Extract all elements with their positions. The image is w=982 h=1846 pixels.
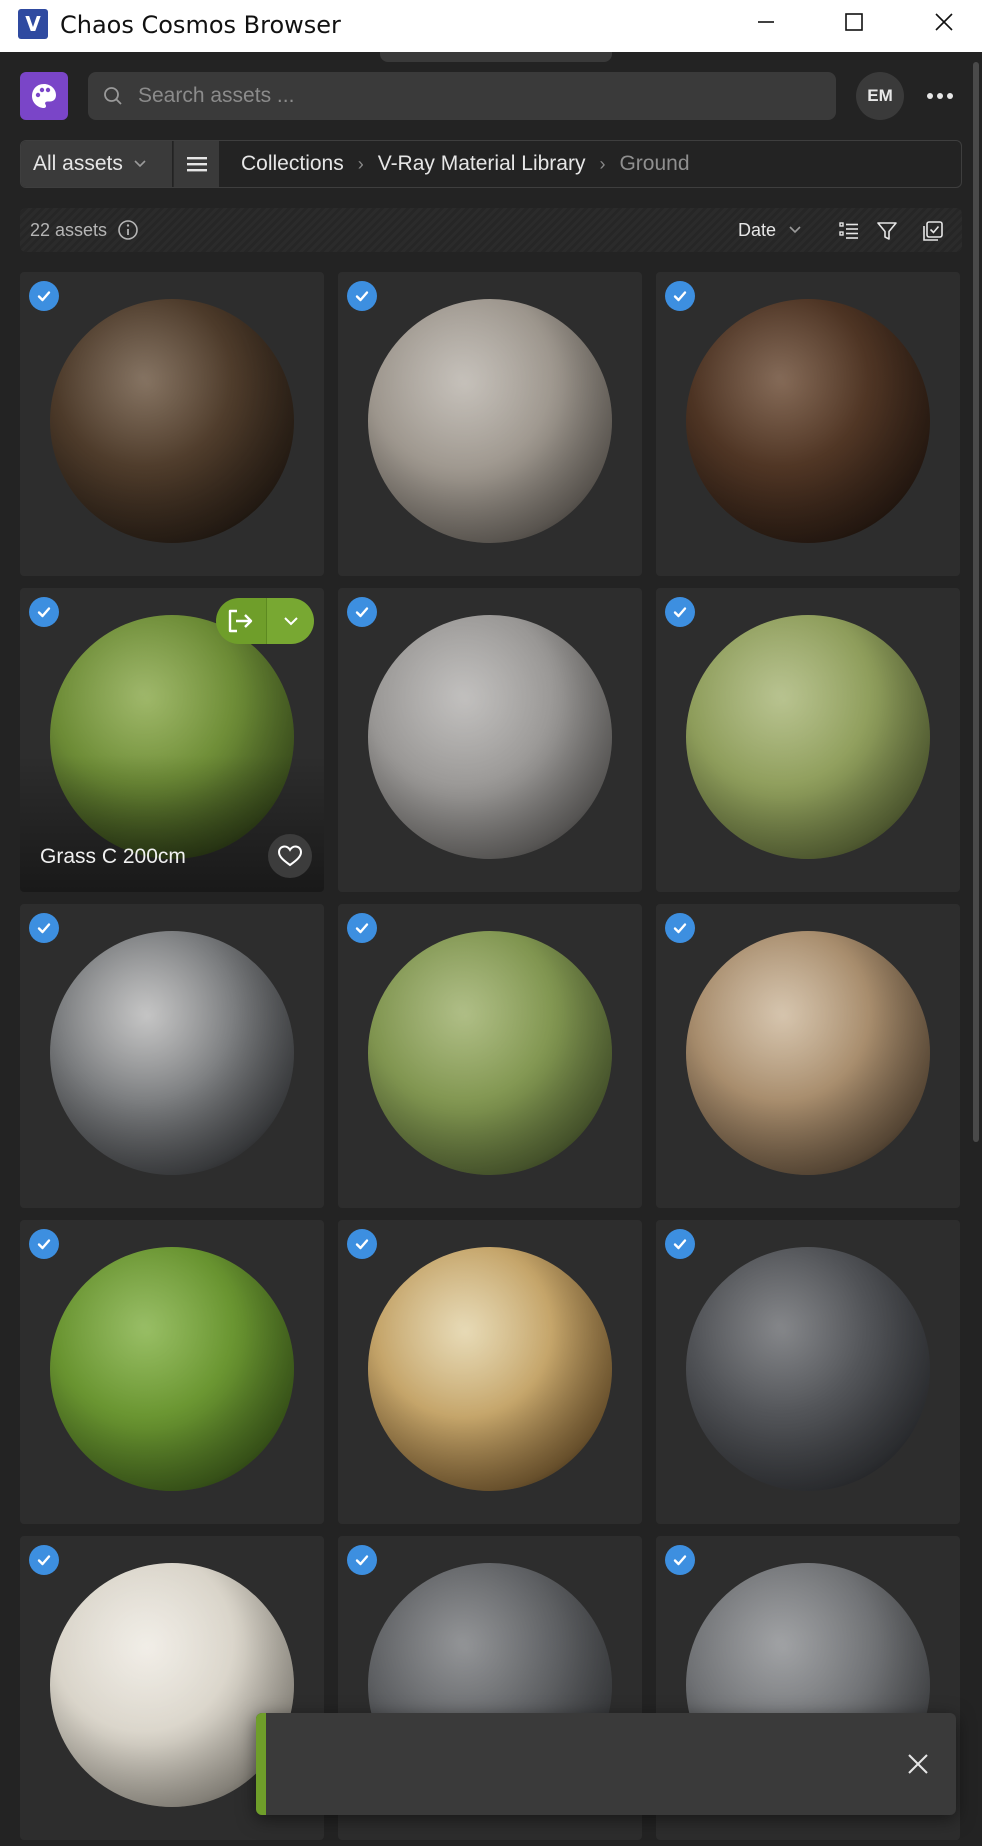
search-box [88,72,836,120]
asset-card[interactable] [20,904,324,1208]
toast-accent-bar [256,1713,266,1815]
import-button[interactable] [216,598,266,644]
asset-card[interactable] [656,272,960,576]
close-icon [908,1754,928,1774]
downloaded-check-icon [29,1545,59,1575]
material-preview-light-green-grass [686,615,930,859]
asset-card[interactable] [338,588,642,892]
filter-button[interactable] [874,218,900,244]
material-preview-mixed-gravel [686,931,930,1175]
asset-grid: Grass C 200cm [20,272,962,1846]
breadcrumb: Collections › V-Ray Material Library › G… [241,141,690,187]
breadcrumb-collections[interactable]: Collections [241,152,344,176]
material-preview-bright-green-grass [50,1247,294,1491]
downloaded-check-icon [347,1229,377,1259]
asset-card[interactable] [656,1220,960,1524]
asset-card[interactable]: Grass C 200cm [20,588,324,892]
downloaded-check-icon [347,597,377,627]
select-all-icon [923,221,943,241]
downloaded-check-icon [347,1545,377,1575]
import-options-button[interactable] [266,598,314,644]
search-icon [104,87,122,105]
search-input[interactable] [138,72,818,120]
downloaded-check-icon [665,281,695,311]
more-options-button[interactable] [918,72,962,120]
favorite-button[interactable] [268,834,312,878]
downloaded-check-icon [29,1229,59,1259]
scope-dropdown-label: All assets [33,152,123,175]
window-title: Chaos Cosmos Browser [60,11,341,39]
hamburger-icon [186,157,207,172]
material-preview-dark-soil [50,299,294,543]
window-titlebar: V Chaos Cosmos Browser [0,0,982,52]
material-preview-dark-brown-soil [686,299,930,543]
asset-count-label: 22 assets [30,219,108,240]
downloaded-check-icon [29,913,59,943]
chevron-down-icon [283,617,298,626]
select-all-button[interactable] [920,218,946,244]
list-view-icon [839,222,858,239]
info-icon[interactable] [117,219,139,241]
material-preview-light-gray-soil [368,299,612,543]
user-avatar-button[interactable]: EM [856,72,904,120]
breadcrumb-vray-material-library[interactable]: V-Ray Material Library [378,152,586,176]
minimize-button[interactable] [734,0,798,44]
toast-close-button[interactable] [896,1742,940,1786]
asset-card[interactable] [338,272,642,576]
results-toolbar: 22 assets Date [20,208,962,252]
downloaded-check-icon [347,281,377,311]
downloaded-check-icon [347,913,377,943]
collections-menu-button[interactable] [173,141,219,187]
window-close-button[interactable] [912,0,976,44]
downloaded-check-icon [665,1545,695,1575]
heart-icon [277,845,303,867]
import-button-group [216,598,314,644]
maximize-icon [845,13,863,31]
sort-dropdown[interactable]: Date [738,208,802,252]
app-logo-letter: V [25,12,41,36]
downloaded-check-icon [29,281,59,311]
breadcrumb-separator-icon: › [599,153,606,174]
material-preview-dark-asphalt [686,1247,930,1491]
notification-toast [256,1713,956,1815]
asset-card[interactable] [338,904,642,1208]
material-preview-gray-concrete [368,615,612,859]
list-view-button[interactable] [836,218,862,244]
filter-icon [877,222,897,240]
asset-card[interactable] [20,272,324,576]
drag-handle[interactable] [380,52,612,62]
downloaded-check-icon [665,913,695,943]
app-logo-icon: V [18,9,48,39]
chevron-down-icon [134,160,146,168]
maximize-button[interactable] [822,0,886,44]
cosmos-home-button[interactable] [20,72,68,120]
breadcrumb-ground: Ground [619,152,690,175]
material-preview-black-white-gravel [50,931,294,1175]
scrollbar[interactable] [973,62,979,1142]
scope-dropdown[interactable]: All assets [21,141,172,187]
asset-name: Grass C 200cm [40,845,186,868]
downloaded-check-icon [665,597,695,627]
material-preview-yellow-stone-pebbles [368,1247,612,1491]
more-dots-icon [927,93,953,99]
asset-card[interactable] [338,1220,642,1524]
asset-card[interactable] [20,1220,324,1524]
close-icon [935,13,953,31]
import-icon [228,609,253,633]
asset-card[interactable] [656,588,960,892]
breadcrumb-bar: All assets Collections › V-Ray Material … [20,140,962,188]
material-preview-green-moss-grass [368,931,612,1175]
downloaded-check-icon [665,1229,695,1259]
asset-count: 22 assets [30,208,139,252]
chevron-down-icon [789,226,801,234]
minimize-icon [758,21,774,23]
sort-label: Date [738,219,777,240]
palette-icon [32,84,56,108]
breadcrumb-separator-icon: › [357,153,364,174]
asset-card[interactable] [656,904,960,1208]
